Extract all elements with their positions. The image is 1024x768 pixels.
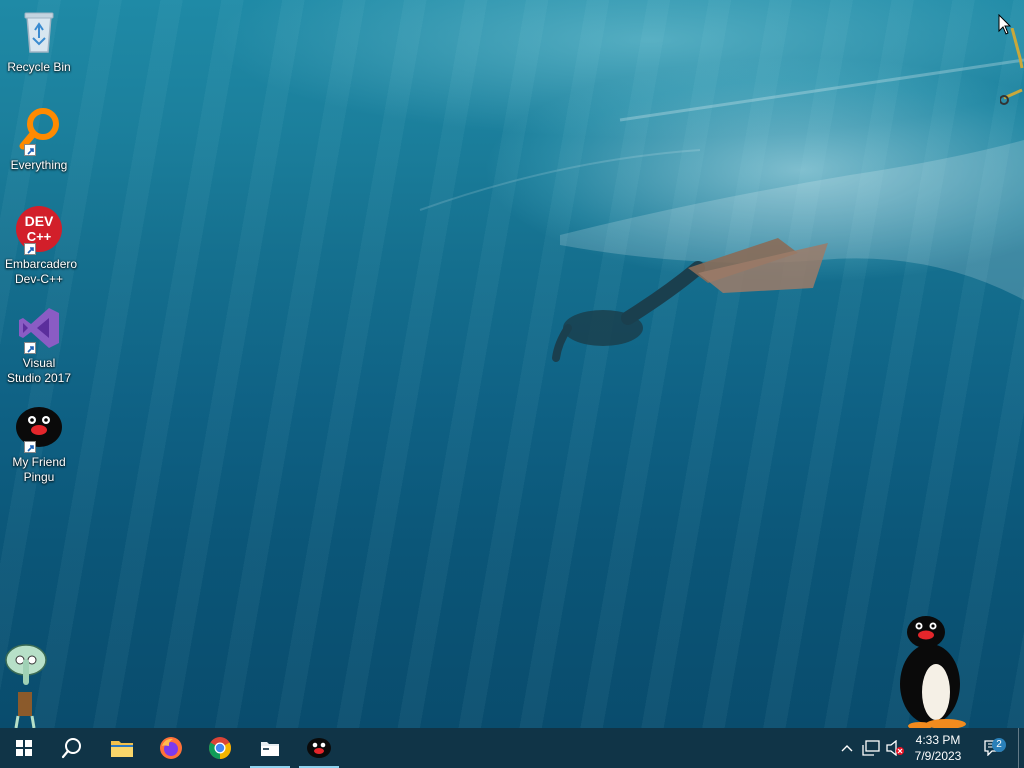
svg-text:C++: C++ [27, 229, 52, 244]
clock-date: 7/9/2023 [914, 749, 962, 763]
volume-muted-icon [886, 740, 904, 756]
taskbar-pingu-app[interactable] [295, 728, 343, 768]
svg-text:DEV: DEV [25, 213, 54, 229]
water-surface [419, 58, 1024, 300]
desktop-icon-label: Everything [10, 158, 68, 172]
desktop-icon-label: Embarcadero Dev-C++ [5, 257, 78, 286]
network-icon [862, 740, 880, 756]
desktop-icon-my-friend-pingu[interactable]: My Friend Pingu [3, 403, 75, 485]
squidward-character [5, 644, 47, 728]
recycle-bin-icon [15, 8, 63, 56]
show-desktop-button[interactable] [1018, 728, 1024, 768]
shortcut-arrow-icon [24, 342, 36, 354]
taskbar-chrome[interactable] [196, 728, 244, 768]
notification-count-badge: 2 [992, 738, 1006, 752]
desktop-wallpaper: Recycle Bin Everything DEV C++ Embarcade… [0, 0, 1024, 728]
chrome-icon [209, 737, 231, 759]
desktop-icon-label: My Friend Pingu [12, 455, 66, 484]
desktop-icon-everything[interactable]: Everything [3, 106, 75, 173]
folder-icon [111, 741, 133, 757]
pingu-icon [15, 403, 63, 453]
taskbar-firefox[interactable] [147, 728, 195, 768]
volume-button[interactable] [884, 728, 906, 768]
search-icon [61, 738, 81, 759]
firefox-icon [160, 737, 182, 759]
files-icon [261, 742, 279, 756]
taskbar-file-explorer[interactable] [98, 728, 146, 768]
desktop-icon-label: Visual Studio 2017 [6, 356, 72, 385]
clock-time: 4:33 PM [915, 733, 961, 747]
start-button[interactable] [0, 728, 48, 768]
everything-search-icon [15, 106, 63, 156]
cartoon-key-icon [1000, 28, 1024, 105]
dev-cpp-icon: DEV C++ [15, 205, 63, 255]
shortcut-arrow-icon [24, 243, 36, 255]
windows-logo-icon [16, 740, 32, 756]
show-hidden-icons-button[interactable] [836, 728, 858, 768]
pingu-icon [307, 738, 331, 758]
freediver-image [552, 238, 828, 362]
desktop-icon-label: Recycle Bin [7, 60, 71, 74]
desktop-icon-visual-studio[interactable]: Visual Studio 2017 [3, 304, 75, 386]
desktop-icon-dev-cpp[interactable]: DEV C++ Embarcadero Dev-C++ [3, 205, 78, 287]
chevron-up-icon [841, 745, 853, 752]
pingu-character [900, 616, 966, 728]
taskbar-files-app[interactable] [246, 728, 294, 768]
shortcut-arrow-icon [24, 441, 36, 453]
taskbar-search-button[interactable] [48, 728, 96, 768]
network-status-button[interactable] [859, 728, 883, 768]
taskbar-clock[interactable]: 4:33 PM 7/9/2023 [905, 728, 971, 768]
desktop-icon-recycle-bin[interactable]: Recycle Bin [3, 8, 75, 75]
action-center-button[interactable]: 2 [978, 728, 1008, 768]
taskbar: 4:33 PM 7/9/2023 2 [0, 728, 1024, 768]
visual-studio-icon [15, 304, 63, 354]
notification-icon: 2 [984, 738, 1006, 757]
shortcut-arrow-icon [24, 144, 36, 156]
